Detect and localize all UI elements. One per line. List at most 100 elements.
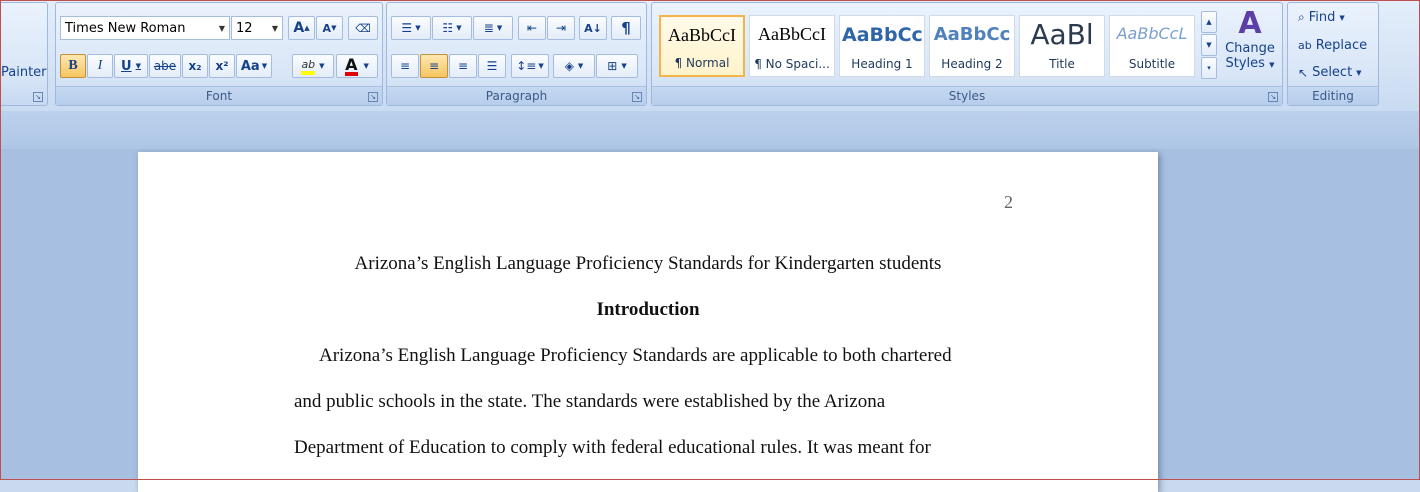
numbering-button[interactable]: ☷ ▼ (432, 16, 472, 40)
sort-button[interactable]: A↓ (579, 16, 607, 40)
line-spacing-button[interactable]: ↕≡ ▼ (511, 54, 549, 78)
style-no-spacing[interactable]: AaBbCcI ¶ No Spaci... (749, 15, 835, 77)
border-icon: ⊞ (607, 59, 618, 73)
font-group: Times New Roman ▼ 12 ▼ A ▲ A ▼ ⌫ B I U ▼ ab… (55, 2, 383, 106)
select-button[interactable]: ↖ Select ▼ (1298, 65, 1362, 80)
paint-bucket-icon: ◈ (564, 59, 574, 73)
page-number: 2 (1004, 192, 1013, 212)
shading-button[interactable]: ◈ ▼ (553, 54, 595, 78)
clipboard-launcher-icon[interactable]: ↘ (33, 92, 43, 102)
numbered-list-icon: ☷ (442, 21, 454, 35)
align-center-button[interactable]: ≡ (420, 54, 448, 78)
style-sample: AaBl (1030, 18, 1094, 51)
paragraph-group: ☰ ▼ ☷ ▼ ≣ ▼ ⇤ ⇥ A↓ ¶ ≡ ≡ ≡ ☰ ↕≡ ▼ ◈ ▼ ⊞ ▼ Para… (386, 2, 647, 106)
font-size-combo[interactable]: 12 ▼ (231, 16, 283, 40)
show-formatting-button[interactable]: ¶ (611, 16, 641, 40)
chevron-down-icon[interactable]: ▼ (215, 24, 229, 33)
paragraph-line[interactable]: Department of Education to comply with f… (294, 437, 931, 459)
find-button[interactable]: ⌕ Find ▼ (1298, 10, 1345, 25)
document-heading[interactable]: Introduction (138, 299, 1158, 321)
shrink-font-icon: A (322, 21, 332, 35)
style-title[interactable]: AaBl Title (1019, 15, 1105, 77)
multilevel-list-button[interactable]: ≣ ▼ (473, 16, 513, 40)
style-label: Subtitle (1128, 57, 1176, 71)
change-styles-button[interactable]: A Change Styles ▼ (1222, 7, 1278, 87)
change-styles-label: Change (1225, 41, 1275, 56)
justify-icon: ☰ (486, 59, 498, 73)
style-label: ¶ No Spaci... (754, 57, 830, 71)
indent-icon: ⇥ (555, 21, 567, 35)
clipboard-group: Painter ↘ (0, 2, 48, 106)
bullets-button[interactable]: ☰ ▼ (391, 16, 431, 40)
strikethrough-button[interactable]: abe (149, 54, 181, 78)
chevron-down-icon[interactable]: ▼ (268, 24, 282, 33)
document-title[interactable]: Arizona’s English Language Proficiency S… (138, 253, 1158, 275)
ribbon: Painter ↘ Times New Roman ▼ 12 ▼ A ▲ A ▼ ⌫… (0, 0, 1420, 112)
style-normal[interactable]: AaBbCcI ¶ Normal (659, 15, 745, 77)
underline-button[interactable]: U ▼ (114, 54, 148, 78)
style-subtitle[interactable]: AaBbCcL Subtitle (1109, 15, 1195, 77)
clear-formatting-button[interactable]: ⌫ (348, 16, 378, 40)
font-color-button[interactable]: A ▼ (336, 54, 378, 78)
align-right-button[interactable]: ≡ (449, 54, 477, 78)
find-label: Find (1308, 10, 1336, 25)
style-sample: AaBbCcI (758, 24, 826, 44)
font-dialog-launcher-icon[interactable]: ↘ (368, 92, 378, 102)
chevron-up-icon: ▲ (1206, 18, 1212, 26)
format-painter-button[interactable]: Painter (1, 65, 47, 80)
editing-group: ⌕ Find ▼ ab Replace ↖ Select ▼ Editing (1287, 2, 1379, 106)
align-left-button[interactable]: ≡ (391, 54, 419, 78)
font-color-icon: A (345, 54, 358, 76)
align-left-icon: ≡ (399, 59, 411, 73)
change-case-button[interactable]: Aa ▼ (236, 54, 272, 78)
change-styles-text: Styles (1225, 56, 1265, 71)
font-size-value: 12 (236, 20, 253, 36)
justify-button[interactable]: ☰ (478, 54, 506, 78)
style-label: Heading 2 (941, 57, 1003, 71)
replace-button[interactable]: ab Replace (1298, 38, 1367, 53)
change-styles-label-2: Styles ▼ (1225, 56, 1275, 71)
decrease-indent-button[interactable]: ⇤ (518, 16, 546, 40)
paragraph-line[interactable]: and public schools in the state. The sta… (294, 391, 885, 413)
highlight-button[interactable]: ab ▼ (292, 54, 334, 78)
styles-group: AaBbCcI ¶ Normal AaBbCcI ¶ No Spaci... A… (651, 2, 1283, 106)
style-label: Title (1049, 57, 1075, 71)
style-heading-1[interactable]: AaBbCc Heading 1 (839, 15, 925, 77)
font-group-label: Font (56, 86, 382, 105)
replace-icon: ab (1298, 39, 1312, 52)
select-label: Select (1312, 65, 1353, 80)
grow-font-button[interactable]: A ▲ (288, 16, 315, 40)
binoculars-icon: ⌕ (1298, 10, 1305, 24)
styles-group-label: Styles (652, 86, 1282, 105)
italic-button[interactable]: I (87, 54, 113, 78)
change-styles-icon: A (1238, 6, 1262, 41)
gallery-more-button[interactable]: ▾ (1201, 57, 1217, 79)
styles-launcher-icon[interactable]: ↘ (1268, 92, 1278, 102)
style-sample: AaBbCc (842, 24, 922, 46)
more-icon: ▾ (1207, 64, 1211, 72)
shrink-font-button[interactable]: A ▼ (316, 16, 343, 40)
paragraph-line[interactable]: Arizona’s English Language Proficiency S… (319, 345, 952, 367)
gallery-up-button[interactable]: ▲ (1201, 11, 1217, 33)
document-page[interactable]: 2 Arizona’s English Language Proficiency… (138, 152, 1158, 492)
outdent-icon: ⇤ (526, 21, 538, 35)
increase-indent-button[interactable]: ⇥ (547, 16, 575, 40)
change-case-icon: Aa (240, 58, 260, 74)
styles-gallery-scroll: ▲ ▼ ▾ (1201, 11, 1217, 81)
align-right-icon: ≡ (457, 59, 469, 73)
borders-button[interactable]: ⊞ ▼ (596, 54, 638, 78)
subscript-button[interactable]: x₂ (182, 54, 208, 78)
bold-button[interactable]: B (60, 54, 86, 78)
multilevel-list-icon: ≣ (483, 21, 494, 35)
paragraph-dialog-launcher-icon[interactable]: ↘ (632, 92, 642, 102)
gallery-down-button[interactable]: ▼ (1201, 34, 1217, 56)
style-sample: AaBbCc (933, 24, 1011, 45)
style-label: Heading 1 (851, 57, 913, 71)
bullet-list-icon: ☰ (401, 21, 413, 35)
align-center-icon: ≡ (428, 59, 440, 73)
eraser-icon: ⌫ (355, 21, 371, 35)
superscript-button[interactable]: x² (209, 54, 235, 78)
style-heading-2[interactable]: AaBbCc Heading 2 (929, 15, 1015, 77)
editing-group-label: Editing (1288, 86, 1378, 105)
font-name-combo[interactable]: Times New Roman ▼ (60, 16, 230, 40)
